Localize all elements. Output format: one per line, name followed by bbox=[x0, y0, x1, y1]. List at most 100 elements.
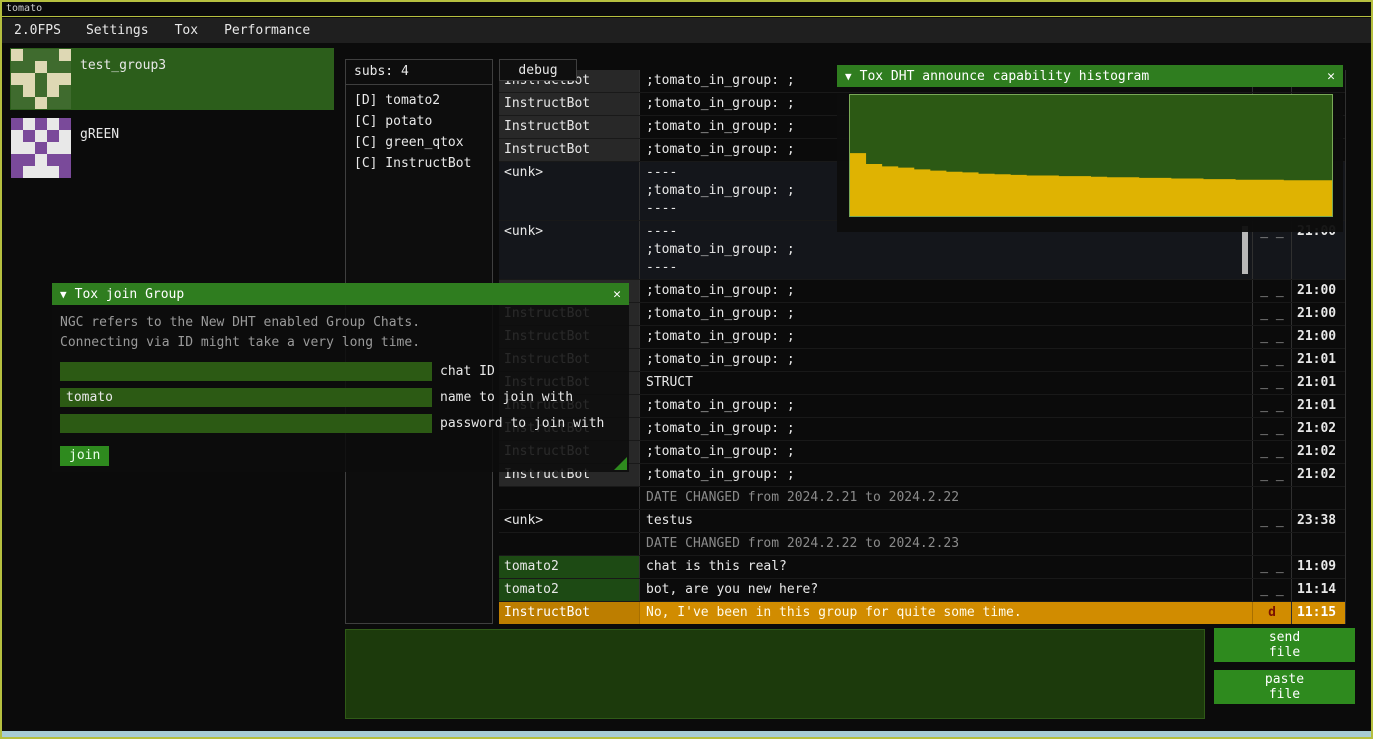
sender-name bbox=[499, 533, 639, 555]
sender-name: InstructBot bbox=[499, 93, 639, 115]
message-flags bbox=[1253, 533, 1291, 555]
message-time: 11:09 bbox=[1291, 556, 1345, 578]
message-text: DATE CHANGED from 2024.2.21 to 2024.2.22 bbox=[639, 487, 1253, 509]
message-flags: _ _ bbox=[1253, 510, 1291, 532]
message-flags: _ _ bbox=[1253, 395, 1291, 417]
member-item[interactable]: [D] tomato2 bbox=[346, 90, 492, 111]
histogram-plot bbox=[849, 94, 1333, 217]
join-fields: chat ID tomatoname to join with password t… bbox=[60, 362, 621, 433]
group-avatar-icon bbox=[11, 118, 71, 178]
message-flags: _ _ bbox=[1253, 280, 1291, 302]
join-field-input[interactable] bbox=[60, 362, 432, 381]
menubar: 2.0FPS Settings Tox Performance bbox=[2, 18, 1371, 43]
message-flags: _ _ bbox=[1253, 303, 1291, 325]
window-titlebar[interactable]: tomato bbox=[2, 2, 1371, 17]
message-time: 23:38 bbox=[1291, 510, 1345, 532]
message-text: ;tomato_in_group: ; bbox=[639, 395, 1253, 417]
join-field-label: chat ID bbox=[440, 364, 495, 379]
chat-scrollbar-thumb[interactable] bbox=[1242, 226, 1248, 274]
message-text: chat is this real? bbox=[639, 556, 1253, 578]
join-field-row: tomatoname to join with bbox=[60, 388, 621, 407]
message-flags: _ _ bbox=[1253, 349, 1291, 371]
sender-name: <unk> bbox=[499, 221, 639, 279]
member-list: [D] tomato2[C] potato[C] green_qtox[C] I… bbox=[346, 85, 492, 174]
message-time: 21:00 bbox=[1291, 326, 1345, 348]
message-time: 11:14 bbox=[1291, 579, 1345, 601]
message-time: 21:01 bbox=[1291, 395, 1345, 417]
sender-name: tomato2 bbox=[499, 579, 639, 601]
message-input[interactable] bbox=[345, 629, 1205, 719]
sender-name bbox=[499, 487, 639, 509]
join-field-input[interactable]: tomato bbox=[60, 388, 432, 407]
join-field-input[interactable] bbox=[60, 414, 432, 433]
sender-name: InstructBot bbox=[499, 602, 639, 624]
histogram-title: Tox DHT announce capability histogram bbox=[860, 69, 1150, 84]
message-text: ;tomato_in_group: ; bbox=[639, 326, 1253, 348]
close-icon[interactable]: ✕ bbox=[613, 287, 621, 302]
group-item[interactable]: gREEN bbox=[10, 117, 334, 179]
resize-grip-icon[interactable] bbox=[614, 457, 627, 470]
menu-settings[interactable]: Settings bbox=[73, 23, 162, 38]
join-group-body: NGC refers to the New DHT enabled Group … bbox=[52, 305, 629, 472]
message-time: 11:15 bbox=[1291, 602, 1345, 624]
join-group-window: ▼ Tox join Group ✕ NGC refers to the New… bbox=[52, 283, 629, 472]
join-info-line: Connecting via ID might take a very long… bbox=[60, 333, 621, 353]
histogram-body bbox=[837, 94, 1343, 232]
message-text: ;tomato_in_group: ; bbox=[639, 349, 1253, 371]
member-item[interactable]: [C] InstructBot bbox=[346, 153, 492, 174]
sender-name: <unk> bbox=[499, 510, 639, 532]
tab-debug[interactable]: debug bbox=[499, 59, 577, 81]
join-field-row: chat ID bbox=[60, 362, 621, 381]
message-time: 21:00 bbox=[1291, 303, 1345, 325]
app-window: tomato 2.0FPS Settings Tox Performance t… bbox=[0, 0, 1373, 739]
message-flags: _ _ bbox=[1253, 372, 1291, 394]
group-item[interactable]: test_group3 bbox=[10, 48, 334, 110]
join-info-text: NGC refers to the New DHT enabled Group … bbox=[60, 313, 621, 353]
histogram-window: ▼ Tox DHT announce capability histogram … bbox=[837, 65, 1343, 232]
join-group-titlebar[interactable]: ▼ Tox join Group ✕ bbox=[52, 283, 629, 305]
chat-message-row: InstructBotNo, I've been in this group f… bbox=[499, 602, 1345, 624]
message-time: 21:01 bbox=[1291, 372, 1345, 394]
message-text: ;tomato_in_group: ; bbox=[639, 441, 1253, 463]
group-avatar-icon bbox=[11, 49, 71, 109]
menu-performance[interactable]: Performance bbox=[211, 23, 323, 38]
date-changed-row: DATE CHANGED from 2024.2.22 to 2024.2.23 bbox=[499, 533, 1345, 556]
chat-message-row: <unk>testus_ _23:38 bbox=[499, 510, 1345, 533]
message-flags: _ _ bbox=[1253, 464, 1291, 486]
sender-name: InstructBot bbox=[499, 139, 639, 161]
message-text: bot, are you new here? bbox=[639, 579, 1253, 601]
group-name: test_group3 bbox=[80, 49, 166, 109]
join-group-title: Tox join Group bbox=[75, 287, 185, 302]
message-flags: _ _ bbox=[1253, 556, 1291, 578]
message-time: 21:02 bbox=[1291, 464, 1345, 486]
message-text: ;tomato_in_group: ; bbox=[639, 303, 1253, 325]
sender-name: InstructBot bbox=[499, 116, 639, 138]
message-text: testus bbox=[639, 510, 1253, 532]
paste-file-button[interactable]: paste file bbox=[1214, 670, 1355, 704]
join-field-row: password to join with bbox=[60, 414, 621, 433]
member-item[interactable]: [C] potato bbox=[346, 111, 492, 132]
message-time bbox=[1291, 487, 1345, 509]
close-icon[interactable]: ✕ bbox=[1327, 69, 1335, 84]
collapse-icon[interactable]: ▼ bbox=[60, 288, 67, 301]
join-field-label: password to join with bbox=[440, 416, 604, 431]
group-name: gREEN bbox=[80, 118, 119, 178]
group-list: test_group3 gREEN bbox=[10, 48, 334, 179]
join-info-line: NGC refers to the New DHT enabled Group … bbox=[60, 313, 621, 333]
message-text: No, I've been in this group for quite so… bbox=[639, 602, 1253, 624]
message-text: DATE CHANGED from 2024.2.22 to 2024.2.23 bbox=[639, 533, 1253, 555]
collapse-icon[interactable]: ▼ bbox=[845, 70, 852, 83]
message-text: STRUCT bbox=[639, 372, 1253, 394]
join-button[interactable]: join bbox=[60, 446, 109, 466]
message-flags bbox=[1253, 487, 1291, 509]
message-time: 21:01 bbox=[1291, 349, 1345, 371]
message-flags: _ _ bbox=[1253, 418, 1291, 440]
message-time: 21:00 bbox=[1291, 280, 1345, 302]
chat-message-row: tomato2bot, are you new here?_ _11:14 bbox=[499, 579, 1345, 602]
histogram-titlebar[interactable]: ▼ Tox DHT announce capability histogram … bbox=[837, 65, 1343, 87]
menu-tox[interactable]: Tox bbox=[162, 23, 211, 38]
message-text: ;tomato_in_group: ; bbox=[639, 280, 1253, 302]
member-item[interactable]: [C] green_qtox bbox=[346, 132, 492, 153]
message-flags: _ _ bbox=[1253, 579, 1291, 601]
send-file-button[interactable]: send file bbox=[1214, 628, 1355, 662]
